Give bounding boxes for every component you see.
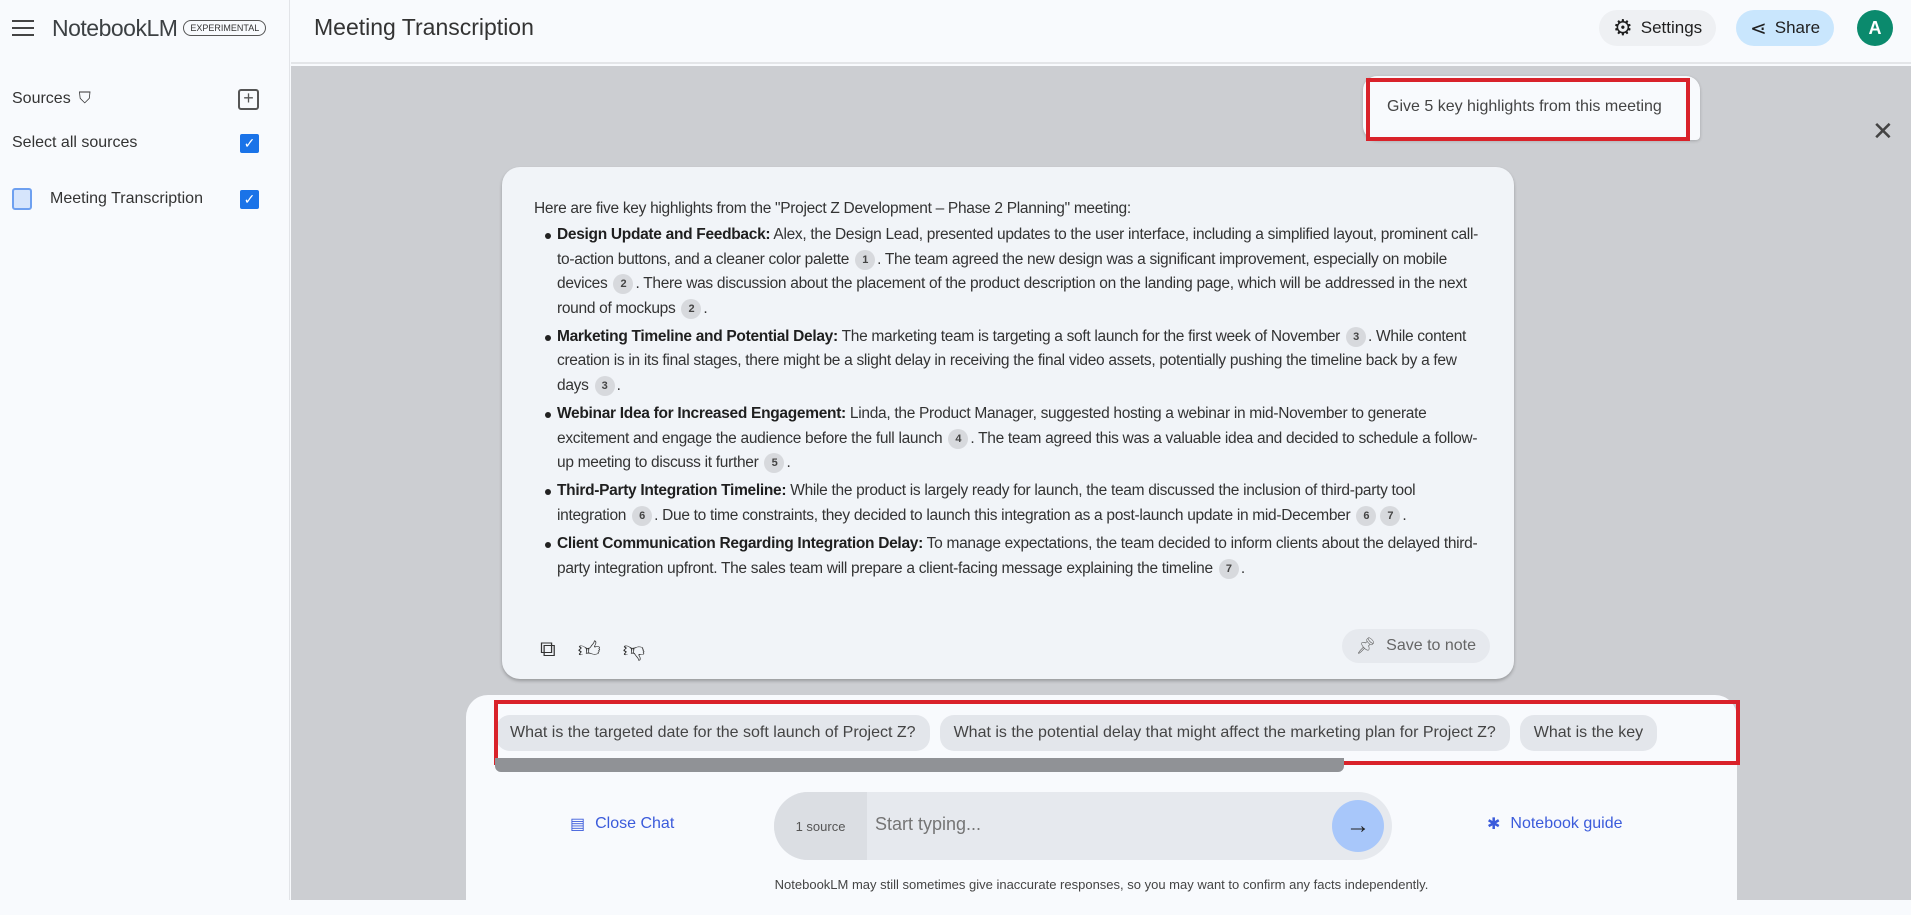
citation-badge[interactable]: 3 (1346, 327, 1367, 348)
asterisk-icon: ✱ (1487, 816, 1501, 833)
citation-badge[interactable]: 3 (594, 375, 615, 396)
source-name: Meeting Transcription (50, 190, 203, 207)
notebook-guide-label: Notebook guide (1510, 815, 1623, 832)
highlight-text: . (1402, 506, 1407, 524)
page-title: Meeting Transcription (314, 14, 534, 40)
app-logo: NotebookLM (52, 14, 178, 41)
chat-input-container: 1 source → (774, 792, 1392, 860)
highlight-title: Marketing Timeline and Potential Delay: (557, 328, 838, 346)
sidebar: NotebookLM EXPERIMENTAL Sources ⛉ + Sele… (0, 0, 290, 900)
document-icon (12, 188, 32, 210)
settings-label: Settings (1640, 18, 1703, 37)
response-card: Here are five key highlights from the "P… (502, 167, 1514, 679)
select-all-label: Select all sources (12, 134, 138, 151)
close-icon[interactable]: ✕ (1872, 118, 1894, 144)
highlight-title: Webinar Idea for Increased Engagement: (557, 405, 846, 423)
chat-panel-icon: ▤ (570, 816, 586, 833)
highlight-text: . (1240, 559, 1245, 577)
source-item[interactable]: Meeting Transcription ✓ (12, 188, 259, 210)
response-actions: ⧉ 👍︎ 👎︎ (540, 636, 645, 663)
share-label: Share (1774, 18, 1821, 37)
experimental-badge: EXPERIMENTAL (183, 20, 267, 36)
sources-header: Sources ⛉ + (12, 88, 259, 110)
citation-badge[interactable]: 1 (855, 249, 876, 270)
highlight-text: . Due to time constraints, they decided … (654, 506, 1355, 524)
citation-badge[interactable]: 6 (632, 505, 653, 526)
source-checkbox[interactable]: ✓ (240, 189, 259, 209)
avatar[interactable]: A (1857, 10, 1893, 46)
chat-input[interactable] (875, 814, 1295, 835)
highlight-text: . (786, 454, 791, 472)
share-icon: ⋖ (1750, 17, 1767, 40)
header: Meeting Transcription ⚙ Settings ⋖ Share… (291, 0, 1911, 64)
hamburger-menu-icon[interactable] (12, 20, 34, 36)
highlight-item: Third-Party Integration Timeline: While … (534, 479, 1484, 528)
save-to-note-button[interactable]: 📌︎ Save to note (1341, 629, 1490, 663)
settings-button[interactable]: ⚙ Settings (1599, 10, 1717, 46)
pin-icon: 📌︎ (1355, 638, 1377, 655)
citation-badge[interactable]: 2 (681, 298, 702, 319)
citation-badge[interactable]: 4 (948, 428, 969, 449)
sources-label: Sources (12, 90, 71, 107)
select-all-row: Select all sources ✓ (12, 133, 259, 153)
notebook-guide-button[interactable]: ✱ Notebook guide (1487, 814, 1623, 834)
highlight-item: Client Communication Regarding Integrati… (534, 532, 1484, 581)
thumbs-up-icon[interactable]: 👍︎ (578, 636, 601, 663)
share-button[interactable]: ⋖ Share (1736, 10, 1835, 46)
highlight-title: Third-Party Integration Timeline: (557, 482, 787, 500)
suggestions-scrollbar[interactable] (495, 758, 1344, 772)
gear-icon: ⚙ (1613, 15, 1633, 40)
thumbs-down-icon[interactable]: 👎︎ (623, 636, 645, 663)
highlights-list: Design Update and Feedback: Alex, the De… (534, 223, 1484, 581)
highlight-text: . (703, 299, 708, 317)
highlight-title: Client Communication Regarding Integrati… (557, 535, 923, 553)
response-text: Here are five key highlights from the "P… (534, 197, 1484, 585)
disclaimer: NotebookLM may still sometimes give inac… (774, 877, 1429, 892)
highlight-text: The marketing team is targeting a soft l… (837, 328, 1345, 346)
response-intro: Here are five key highlights from the "P… (534, 200, 1131, 217)
highlight-box-query (1366, 78, 1690, 141)
citation-badge[interactable]: 6 (1356, 505, 1377, 526)
highlight-text: . (616, 376, 621, 394)
highlight-title: Design Update and Feedback: (557, 226, 771, 244)
highlight-item: Design Update and Feedback: Alex, the De… (534, 223, 1484, 321)
add-source-button[interactable]: + (238, 88, 259, 110)
citation-badge[interactable]: 2 (613, 274, 634, 295)
citation-badge[interactable]: 7 (1380, 505, 1401, 526)
highlight-box-suggestions (494, 700, 1740, 765)
copy-icon[interactable]: ⧉ (540, 636, 556, 663)
close-chat-label: Close Chat (595, 815, 675, 832)
select-all-checkbox[interactable]: ✓ (240, 133, 259, 153)
close-chat-button[interactable]: ▤ Close Chat (570, 814, 674, 834)
brand: NotebookLM EXPERIMENTAL (12, 14, 267, 42)
highlight-item: Webinar Idea for Increased Engagement: L… (534, 402, 1484, 475)
source-count-pill[interactable]: 1 source (774, 792, 867, 860)
shield-icon[interactable]: ⛉ (79, 90, 91, 108)
send-button[interactable]: → (1332, 800, 1384, 852)
save-to-note-label: Save to note (1386, 637, 1476, 654)
highlight-item: Marketing Timeline and Potential Delay: … (534, 325, 1484, 398)
citation-badge[interactable]: 7 (1218, 558, 1239, 579)
citation-badge[interactable]: 5 (764, 453, 785, 474)
arrow-right-icon: → (1346, 812, 1370, 839)
